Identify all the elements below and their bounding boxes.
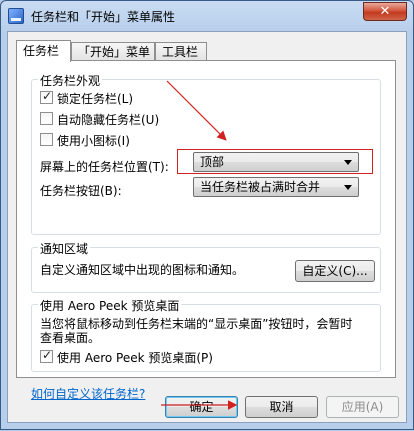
annotation-arrows bbox=[161, 80, 238, 410]
annotation-arrow-top bbox=[166, 80, 227, 141]
tab-taskbar[interactable]: 任务栏 bbox=[16, 40, 71, 62]
dialog-window: 任务栏和「开始」菜单属性 ✕ 任务栏 「开始」菜单 工具栏 任务栏外观 锁定任务… bbox=[0, 0, 414, 430]
